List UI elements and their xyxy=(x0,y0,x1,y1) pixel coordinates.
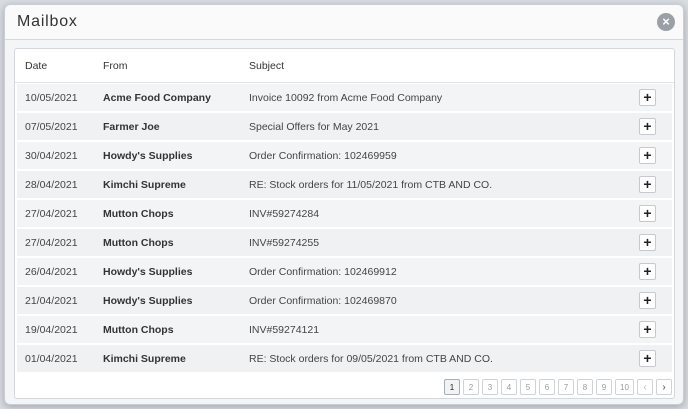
table-row[interactable]: 27/04/2021 Mutton Chops INV#59274255 + xyxy=(17,229,672,256)
column-header-date[interactable]: Date xyxy=(25,60,47,72)
page-button[interactable]: 1 xyxy=(444,379,460,395)
expand-row-button[interactable]: + xyxy=(639,234,656,251)
page-button[interactable]: 10 xyxy=(615,379,634,395)
expand-row-button[interactable]: + xyxy=(639,205,656,222)
row-subject: INV#59274255 xyxy=(249,237,320,249)
table-row[interactable]: 07/05/2021 Farmer Joe Special Offers for M… xyxy=(17,113,672,140)
row-sender: Mutton Chops xyxy=(103,237,174,249)
row-subject: INV#59274121 xyxy=(249,324,320,336)
row-date: 21/04/2021 xyxy=(25,295,78,307)
table-row[interactable]: 28/04/2021 Kimchi Supreme RE: Stock orders… xyxy=(17,171,672,198)
row-subject: Invoice 10092 from Acme Food Company xyxy=(249,92,443,104)
row-date: 27/04/2021 xyxy=(25,237,78,249)
page-button[interactable]: 5 xyxy=(520,379,536,395)
row-sender: Mutton Chops xyxy=(103,208,174,220)
row-date: 07/05/2021 xyxy=(25,121,78,133)
page-button[interactable]: 6 xyxy=(539,379,555,395)
expand-row-button[interactable]: + xyxy=(639,350,656,367)
row-date: 30/04/2021 xyxy=(25,150,78,162)
row-date: 28/04/2021 xyxy=(25,179,78,191)
expand-row-button[interactable]: + xyxy=(639,263,656,280)
table-row[interactable]: 27/04/2021 Mutton Chops INV#59274284 + xyxy=(17,200,672,227)
row-subject: Special Offers for May 2021 xyxy=(249,121,379,133)
row-subject: Order Confirmation: 102469870 xyxy=(249,295,397,307)
row-date: 27/04/2021 xyxy=(25,208,78,220)
row-subject: INV#59274284 xyxy=(249,208,320,220)
mail-table: Date From Subject 10/05/2021 Acme Food Co… xyxy=(14,48,675,399)
modal-title: Mailbox xyxy=(17,13,78,30)
expand-row-button[interactable]: + xyxy=(639,176,656,193)
table-row[interactable]: 10/05/2021 Acme Food Company Invoice 10092… xyxy=(17,84,672,111)
row-subject: RE: Stock orders for 09/05/2021 from CTB… xyxy=(249,353,493,365)
expand-row-button[interactable]: + xyxy=(639,89,656,106)
row-sender: Kimchi Supreme xyxy=(103,179,186,191)
mailbox-modal: Mailbox × Date From Subject 10/05/2021 Ac… xyxy=(4,4,684,405)
pagination: 1 2 3 4 5 6 7 8 9 10 ‹ › xyxy=(444,378,672,396)
row-date: 10/05/2021 xyxy=(25,92,78,104)
table-row[interactable]: 19/04/2021 Mutton Chops INV#59274121 + xyxy=(17,316,672,343)
table-row[interactable]: 26/04/2021 Howdy's Supplies Order Confirma… xyxy=(17,258,672,285)
close-icon[interactable]: × xyxy=(657,13,675,31)
row-sender: Acme Food Company xyxy=(103,92,211,104)
row-subject: Order Confirmation: 102469959 xyxy=(249,150,397,162)
column-header-from[interactable]: From xyxy=(103,60,128,72)
chevron-left-icon[interactable]: ‹ xyxy=(637,379,653,395)
modal-header: Mailbox × xyxy=(5,5,683,40)
table-row[interactable]: 21/04/2021 Howdy's Supplies Order Confirma… xyxy=(17,287,672,314)
table-header: Date From Subject xyxy=(15,49,674,83)
page-button[interactable]: 3 xyxy=(482,379,498,395)
chevron-right-icon[interactable]: › xyxy=(656,379,672,395)
page-button[interactable]: 8 xyxy=(577,379,593,395)
table-row[interactable]: 01/04/2021 Kimchi Supreme RE: Stock orders… xyxy=(17,345,672,372)
row-date: 01/04/2021 xyxy=(25,353,78,365)
page-button[interactable]: 2 xyxy=(463,379,479,395)
row-sender: Howdy's Supplies xyxy=(103,150,193,162)
table-row[interactable]: 30/04/2021 Howdy's Supplies Order Confirma… xyxy=(17,142,672,169)
page-button[interactable]: 9 xyxy=(596,379,612,395)
page-button[interactable]: 7 xyxy=(558,379,574,395)
row-sender: Howdy's Supplies xyxy=(103,266,193,278)
row-sender: Kimchi Supreme xyxy=(103,353,186,365)
row-sender: Howdy's Supplies xyxy=(103,295,193,307)
row-subject: RE: Stock orders for 11/05/2021 from CTB… xyxy=(249,179,493,191)
row-date: 19/04/2021 xyxy=(25,324,78,336)
expand-row-button[interactable]: + xyxy=(639,147,656,164)
table-body: 10/05/2021 Acme Food Company Invoice 10092… xyxy=(17,84,672,374)
row-subject: Order Confirmation: 102469912 xyxy=(249,266,397,278)
column-header-subject[interactable]: Subject xyxy=(249,60,284,72)
row-date: 26/04/2021 xyxy=(25,266,78,278)
expand-row-button[interactable]: + xyxy=(639,321,656,338)
expand-row-button[interactable]: + xyxy=(639,118,656,135)
expand-row-button[interactable]: + xyxy=(639,292,656,309)
row-sender: Farmer Joe xyxy=(103,121,160,133)
page-button[interactable]: 4 xyxy=(501,379,517,395)
row-sender: Mutton Chops xyxy=(103,324,174,336)
